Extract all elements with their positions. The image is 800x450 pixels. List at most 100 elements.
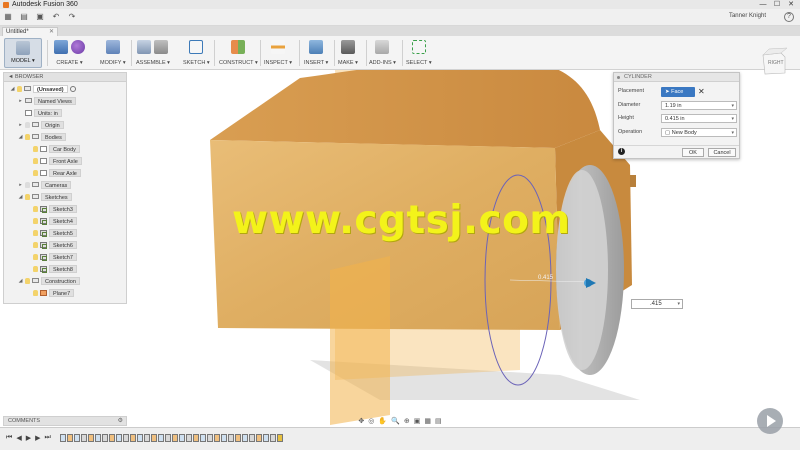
- step-forward-icon[interactable]: ▶: [35, 434, 40, 442]
- visibility-bulb-icon[interactable]: [33, 157, 38, 164]
- select-group[interactable]: SELECT ▾: [406, 38, 432, 68]
- chevron-down-icon[interactable]: ▾: [677, 300, 680, 309]
- make-group[interactable]: MAKE ▾: [338, 38, 358, 68]
- timeline-marker[interactable]: [277, 434, 283, 442]
- activate-radio-icon[interactable]: [69, 85, 76, 92]
- timeline-feature[interactable]: [221, 434, 227, 442]
- close-tab-icon[interactable]: ✕: [49, 28, 54, 36]
- collapse-arrow-icon[interactable]: ◢: [18, 278, 23, 284]
- orbit-icon[interactable]: ✥: [358, 417, 364, 425]
- help-icon[interactable]: ?: [784, 12, 794, 22]
- timeline-feature[interactable]: [263, 434, 269, 442]
- timeline-feature[interactable]: [95, 434, 101, 442]
- timeline-feature[interactable]: [235, 434, 241, 442]
- visibility-bulb-icon[interactable]: [33, 169, 38, 176]
- tree-item-named-views[interactable]: ▸ Named Views: [18, 96, 76, 105]
- tree-root[interactable]: ◢ (Unsaved): [10, 84, 76, 93]
- 3d-print-icon[interactable]: [340, 40, 355, 54]
- timeline-feature[interactable]: [88, 434, 94, 442]
- expand-arrow-icon[interactable]: ▸: [18, 98, 23, 104]
- clear-selection-icon[interactable]: ✕: [698, 87, 705, 97]
- select-icon[interactable]: [411, 40, 426, 54]
- step-back-icon[interactable]: ◀: [16, 434, 21, 442]
- addins-group[interactable]: ADD-INS ▾: [369, 38, 396, 68]
- timeline-feature[interactable]: [242, 434, 248, 442]
- close-button[interactable]: ✕: [784, 0, 798, 9]
- height-input[interactable]: 0.415 in ▾: [661, 114, 737, 123]
- assemble-menu-label[interactable]: ASSEMBLE ▾: [136, 60, 170, 66]
- create-menu-label[interactable]: CREATE ▾: [56, 60, 82, 66]
- zoom-icon[interactable]: 🔍: [391, 417, 400, 425]
- viewcube[interactable]: RIGHT: [759, 46, 789, 76]
- offset-plane-icon[interactable]: [231, 40, 246, 54]
- display-settings-icon[interactable]: ▣: [414, 417, 421, 425]
- zoom-window-icon[interactable]: ⊕: [404, 417, 410, 425]
- timeline-feature[interactable]: [81, 434, 87, 442]
- tree-item-plane[interactable]: Plane7: [33, 288, 75, 297]
- inspect-menu-label[interactable]: INSPECT ▾: [264, 60, 292, 66]
- pan-icon[interactable]: ✋: [378, 417, 387, 425]
- tree-item-sketch[interactable]: Sketch7: [33, 252, 77, 261]
- timeline-feature[interactable]: [214, 434, 220, 442]
- timeline-feature[interactable]: [151, 434, 157, 442]
- timeline-feature[interactable]: [109, 434, 115, 442]
- operation-select[interactable]: ▢ New Body ▾: [661, 128, 737, 137]
- inspect-group[interactable]: INSPECT ▾: [264, 38, 292, 68]
- tree-item-body[interactable]: Rear Axle: [33, 168, 81, 177]
- expand-arrow-icon[interactable]: ▸: [18, 182, 23, 188]
- timeline-feature[interactable]: [60, 434, 66, 442]
- create-group[interactable]: CREATE ▾: [54, 38, 85, 68]
- viewports-icon[interactable]: ▤: [435, 417, 442, 425]
- visibility-bulb-icon[interactable]: [33, 289, 38, 296]
- tree-item-sketch[interactable]: Sketch5: [33, 228, 77, 237]
- user-name[interactable]: Tanner Knight: [729, 13, 766, 19]
- timeline-feature[interactable]: [144, 434, 150, 442]
- tree-item-body[interactable]: Car Body: [33, 144, 80, 153]
- tree-item-units[interactable]: Units: in: [25, 108, 62, 117]
- visibility-bulb-icon[interactable]: [33, 265, 38, 272]
- tree-item-construction[interactable]: ◢ Construction: [18, 276, 80, 285]
- height-value-input[interactable]: .415 ▾: [631, 299, 683, 309]
- visibility-bulb-icon[interactable]: [33, 205, 38, 212]
- tree-item-cameras[interactable]: ▸ Cameras: [18, 180, 72, 189]
- undo-icon[interactable]: ↶: [51, 12, 61, 22]
- tree-item-sketch[interactable]: Sketch3: [33, 204, 77, 213]
- select-menu-label[interactable]: SELECT ▾: [406, 60, 432, 66]
- workspace-switcher[interactable]: MODEL ▾: [4, 38, 42, 68]
- visibility-bulb-icon[interactable]: [25, 133, 30, 140]
- visibility-bulb-icon[interactable]: [25, 181, 30, 188]
- play-icon[interactable]: ▶: [26, 434, 31, 442]
- go-to-start-icon[interactable]: ⏮: [6, 434, 12, 442]
- visibility-bulb-icon[interactable]: [17, 85, 22, 92]
- timeline-feature[interactable]: [256, 434, 262, 442]
- visibility-bulb-icon[interactable]: [33, 241, 38, 248]
- chevron-down-icon[interactable]: ▾: [731, 115, 734, 123]
- measure-icon[interactable]: [271, 40, 286, 54]
- collapse-arrow-icon[interactable]: ◢: [18, 134, 23, 140]
- placement-face-selector[interactable]: ➤ Face: [661, 87, 695, 97]
- ok-button[interactable]: OK: [682, 148, 704, 157]
- collapse-arrow-icon[interactable]: ◢: [18, 194, 23, 200]
- document-tab[interactable]: Untitled* ✕: [2, 27, 58, 36]
- tree-item-sketches[interactable]: ◢ Sketches: [18, 192, 72, 201]
- browser-header[interactable]: ◄ BROWSER: [4, 73, 126, 82]
- tree-item-sketch[interactable]: Sketch8: [33, 264, 77, 273]
- visibility-bulb-icon[interactable]: [33, 229, 38, 236]
- timeline-feature[interactable]: [179, 434, 185, 442]
- sketch-group[interactable]: SKETCH ▾: [183, 38, 210, 68]
- tree-item-body[interactable]: Front Axle: [33, 156, 82, 165]
- new-component-icon[interactable]: [137, 40, 152, 54]
- tree-item-sketch[interactable]: Sketch4: [33, 216, 77, 225]
- timeline-feature[interactable]: [193, 434, 199, 442]
- insert-menu-label[interactable]: INSERT ▾: [304, 60, 328, 66]
- visibility-bulb-icon[interactable]: [25, 277, 30, 284]
- maximize-button[interactable]: ☐: [770, 0, 784, 9]
- create-sketch-icon[interactable]: [189, 40, 204, 54]
- visibility-bulb-icon[interactable]: [25, 193, 30, 200]
- timeline-feature[interactable]: [116, 434, 122, 442]
- timeline-feature[interactable]: [200, 434, 206, 442]
- visibility-bulb-icon[interactable]: [25, 121, 30, 128]
- insert-image-icon[interactable]: [309, 40, 324, 54]
- redo-icon[interactable]: ↷: [67, 12, 77, 22]
- data-panel-icon[interactable]: ▦: [3, 12, 13, 22]
